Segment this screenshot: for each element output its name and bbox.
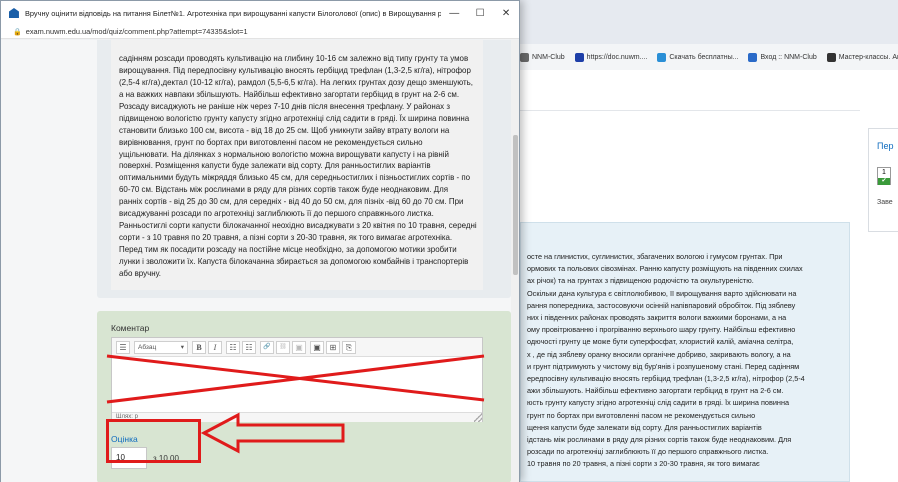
- editor-toolbar: ☰ Абзац ▾ B I ☷ ☷ 🔗 ⛓ ▣ ▣ ⊞ ⎘: [112, 338, 482, 357]
- background-text-line: ах річок) та на грунтах з підвищеною род…: [527, 276, 754, 286]
- answered-check-icon: ✔: [878, 178, 890, 185]
- background-text-line: осте на глинистих, суглинистих, збагачен…: [527, 252, 783, 261]
- moodle-app-icon: [9, 8, 19, 18]
- background-text-line: 10 травня по 20 травня, а пізні сорти з …: [527, 459, 760, 469]
- background-text-line: Оскільки дана культура є світлолюбивою, …: [527, 288, 797, 298]
- popup-title: Вручну оцінити відповідь на питання Біле…: [24, 8, 442, 18]
- answer-text-line: а на важких навпаки збільшують. Найбільш…: [119, 89, 460, 99]
- paragraph-format-select[interactable]: Абзац ▾: [134, 341, 188, 354]
- answer-text-line: становити близько 100 см, висота - від 1…: [119, 125, 450, 135]
- maximize-button[interactable]: ☐: [467, 8, 493, 19]
- background-text-line: них і південних районах проводять закрит…: [527, 313, 787, 323]
- italic-button[interactable]: I: [208, 341, 222, 354]
- answer-text-line: підвищеною вологістю грунту капусту згід…: [119, 113, 470, 123]
- answer-text-line: сорти - з 10 травня по 20 травня, а пізн…: [119, 233, 453, 243]
- answer-text-line: (2,5-4 кг/га),дектал (10-12 кг/га), рамд…: [119, 77, 473, 87]
- quiz-navigation-title: Пер: [877, 141, 894, 151]
- background-text-line: ідстань між рослинами в ряду для різних …: [527, 435, 792, 445]
- bold-button[interactable]: B: [192, 341, 206, 354]
- minimize-button[interactable]: —: [441, 8, 467, 19]
- close-button[interactable]: ✕: [493, 8, 519, 19]
- grade-highlight-box: [106, 419, 201, 463]
- popup-body: садінням розсади проводять культивацію н…: [1, 40, 519, 482]
- background-text-line: рання попередника, застосовуючи осінній …: [527, 300, 796, 310]
- bookmark-item[interactable]: Мастер-классы. Ак...: [826, 52, 898, 62]
- background-text-line: и грунт підтримують у чистому від бур'ян…: [527, 361, 800, 371]
- answer-text-line: садінням розсади проводять культивацію н…: [119, 54, 469, 63]
- background-question-box: осте на глинистих, суглинистих, збагачен…: [520, 222, 850, 482]
- background-text-line: розсади по агротехніці заглиблюють її до…: [527, 447, 769, 457]
- paragraph-format-value: Абзац: [138, 344, 157, 351]
- link-button[interactable]: 🔗: [260, 341, 274, 354]
- background-text-line: ормових та польових сівозмінах. Ранню ка…: [527, 264, 803, 274]
- chevron-down-icon: ▾: [180, 344, 184, 351]
- background-text-line: грунт по бортах при виготовленні пасом н…: [527, 410, 756, 420]
- answer-text-line: Перед тим як посадити розсаду на постійн…: [119, 245, 457, 254]
- bookmark-label: https://doc.nuwm....: [586, 53, 648, 61]
- popup-address-bar[interactable]: 🔒 exam.nuwm.edu.ua/mod/quiz/comment.php?…: [1, 25, 519, 39]
- file-manager-button[interactable]: ⎘: [342, 341, 356, 354]
- bookmark-favicon-icon: [574, 52, 584, 62]
- resize-handle-icon[interactable]: [474, 412, 482, 422]
- bookmark-label: Скачать бесплатны...: [669, 53, 739, 61]
- background-text-line: одючості грунту це може бути суперфосфат…: [527, 337, 794, 347]
- question-number: 1: [882, 169, 886, 176]
- bookmark-favicon-icon: [826, 52, 836, 62]
- comment-text-area[interactable]: [112, 357, 482, 412]
- answer-text-line: вирощування. Під передпосівну культиваці…: [119, 65, 471, 75]
- bookmark-label: Мастер-классы. Ак...: [838, 53, 898, 61]
- quiz-navigation-card: Пер 1 ✔ Заве: [868, 128, 898, 232]
- answer-text-line: ранніх сортів - від 25 до 30 см, для сер…: [119, 197, 464, 207]
- bookmark-label: NNM-Club: [532, 53, 565, 61]
- answer-text-line: ущільнювати. На ділянках з нормальною во…: [119, 149, 449, 159]
- answer-text-line: висаджуванні розсади по агротехніці загл…: [119, 209, 434, 219]
- popup-scrollbar[interactable]: [511, 40, 519, 482]
- bookmark-favicon-icon: [657, 52, 667, 62]
- finish-attempt-link[interactable]: Заве: [877, 199, 893, 206]
- lock-icon: 🔒: [13, 28, 22, 36]
- toolbar-toggle-button[interactable]: ☰: [116, 341, 130, 354]
- manual-grade-popup-window: Вручну оцінити відповідь на питання Біле…: [0, 0, 520, 482]
- answer-text-line: або вручну.: [119, 268, 161, 278]
- background-text-line: ередпосівну культивацію вносять гербіцид…: [527, 374, 805, 384]
- student-answer-box: садінням розсади проводять культивацію н…: [111, 40, 483, 290]
- bookmark-item[interactable]: Вход :: NNM-Club: [748, 52, 817, 62]
- bookmarks-bar: NNM-Club https://doc.nuwm.... Скачать бесп…: [520, 48, 898, 66]
- background-question-text: осте на глинистих, суглинистих, збагачен…: [527, 251, 845, 471]
- unlink-button[interactable]: ⛓: [276, 341, 290, 354]
- background-text-line: ому провітрюванню і прогріванню верхньог…: [527, 325, 796, 335]
- answer-text-line: лунки і зволожити їх. Капуста білокачанн…: [119, 256, 469, 266]
- image-button[interactable]: ▣: [310, 341, 324, 354]
- popup-titlebar: Вручну оцінити відповідь на питання Біле…: [1, 1, 519, 25]
- answer-panel: садінням розсади проводять культивацію н…: [97, 40, 511, 298]
- background-text-line: ажи збільшують. Найбільш ефективно загор…: [527, 386, 784, 396]
- comment-label: Коментар: [111, 323, 150, 333]
- answer-text-line: вирівнювання, грунт по бортах при вигото…: [119, 137, 423, 147]
- answer-text-line: оптимальними будуть міжряддя близько 45 …: [119, 173, 471, 183]
- background-text-line: юсть грунту капусту згідно агротехнiці с…: [527, 398, 790, 408]
- popup-url[interactable]: exam.nuwm.edu.ua/mod/quiz/comment.php?at…: [26, 27, 248, 36]
- bookmark-item[interactable]: NNM-Club: [520, 52, 565, 62]
- answer-text-line: Ранньостиглі сорти капусти білокачанної …: [119, 221, 477, 231]
- unordered-list-button[interactable]: ☷: [226, 341, 240, 354]
- student-answer-text: садінням розсади проводять культивацію н…: [119, 53, 484, 280]
- bookmark-favicon-icon: [520, 52, 529, 62]
- bookmark-item[interactable]: https://doc.nuwm....: [574, 52, 648, 62]
- emoticon-button[interactable]: ▣: [292, 341, 306, 354]
- bookmark-favicon-icon: [748, 52, 758, 62]
- comment-editor[interactable]: ☰ Абзац ▾ B I ☷ ☷ 🔗 ⛓ ▣ ▣ ⊞ ⎘ Шлях: p: [111, 337, 483, 422]
- background-text-line: щення капусти буде залежати від сорту. Д…: [527, 422, 762, 432]
- background-text-line: х , де під зяблеву оранку вносили органі…: [527, 349, 791, 359]
- bookmark-item[interactable]: Скачать бесплатны...: [657, 52, 739, 62]
- ordered-list-button[interactable]: ☷: [242, 341, 256, 354]
- scrollbar-thumb[interactable]: [513, 135, 518, 275]
- media-button[interactable]: ⊞: [326, 341, 340, 354]
- question-nav-button[interactable]: 1 ✔: [877, 167, 891, 185]
- answer-text-line: поверхні. Розміщення капусти буде залежа…: [119, 161, 431, 171]
- answer-text-line: 60-70 см. Відстань між рослинами в ряду …: [119, 185, 449, 195]
- background-divider: [520, 110, 860, 111]
- bookmark-label: Вход :: NNM-Club: [760, 53, 817, 61]
- answer-text-line: Розсаду висаджують не раніше ніж через 7…: [119, 101, 450, 111]
